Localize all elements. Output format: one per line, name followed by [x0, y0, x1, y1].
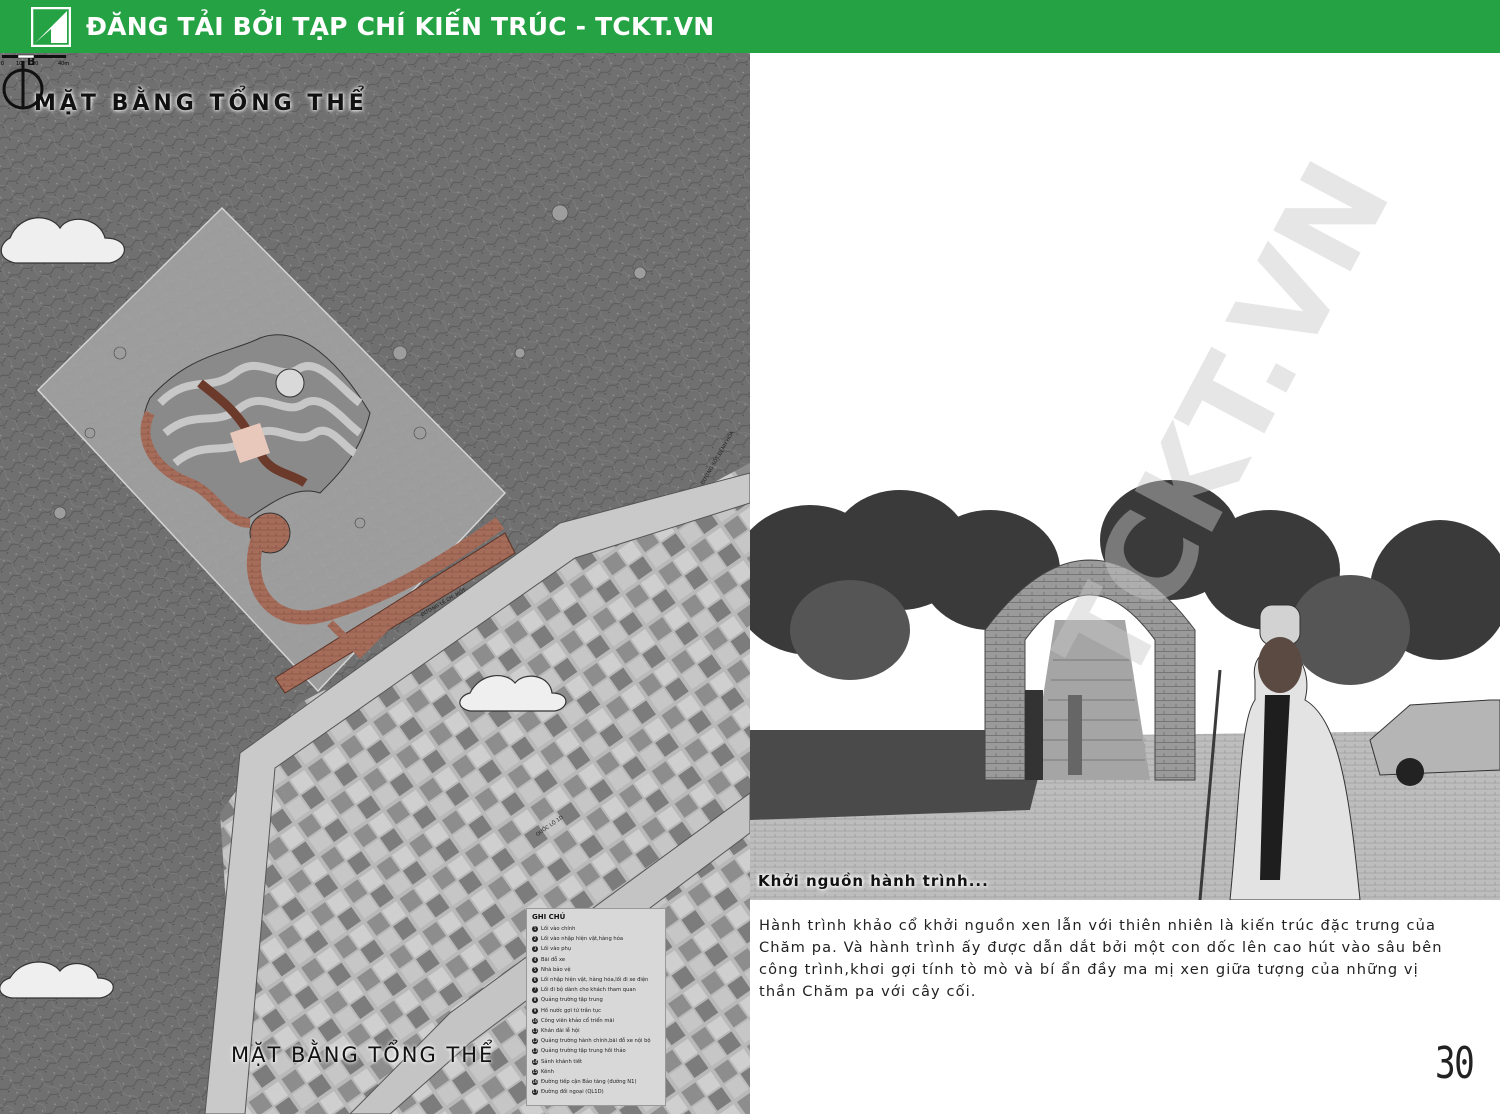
- legend-item: 8 Quảng trường tập trung: [532, 995, 660, 1005]
- legend-item: 17 Đường đối ngoại (QL1D): [532, 1087, 660, 1097]
- legend-label: Khán đài lễ hội: [541, 1027, 580, 1034]
- legend-number-badge: 7: [532, 987, 538, 994]
- legend-item: 4 Bãi đỗ xe: [532, 955, 660, 965]
- legend-number-badge: 15: [532, 1068, 538, 1075]
- legend-label: Quảng trường tập trung hồi thảo: [541, 1048, 626, 1055]
- legend-label: Đường đối ngoại (QL1D): [541, 1089, 604, 1096]
- legend-item: 5 Nhà bảo vệ: [532, 965, 660, 975]
- legend-list: 1 Lối vào chính 2 Lối vào nhập hiện vật,hàn…: [532, 924, 660, 1097]
- legend-item: 12 Quảng trường hành chính,bãi đỗ xe nội …: [532, 1036, 660, 1046]
- legend-label: Công viên khảo cổ triển mãi: [541, 1017, 615, 1024]
- plan-subheading: MẶT BẰNG TỔNG THỂ: [231, 1043, 495, 1067]
- legend-number-badge: 4: [532, 956, 538, 963]
- legend-label: Lối vào phụ: [541, 946, 572, 953]
- legend-label: Lối nhập hiện vật, hàng hóa,lối đi xe đi…: [541, 977, 649, 984]
- legend-number-badge: 3: [532, 946, 538, 953]
- legend-box: GHI CHÚ 1 Lối vào chính 2 Lối vào nhập hiện…: [526, 908, 666, 1106]
- legend-label: Bãi đỗ xe: [541, 956, 566, 963]
- legend-item: 13 Quảng trường tập trung hồi thảo: [532, 1046, 660, 1056]
- entrance-gate-rendering: [750, 480, 1500, 900]
- description-paragraph: Hành trình khảo cổ khởi nguồn xen lẫn vớ…: [759, 917, 1443, 1000]
- legend-number-badge: 12: [532, 1038, 538, 1045]
- legend-item: 3 Lối vào phụ: [532, 944, 660, 954]
- svg-text:20: 20: [32, 61, 38, 67]
- legend-number-badge: 8: [532, 997, 538, 1004]
- legend-label: Kênh: [541, 1068, 554, 1075]
- legend-number-badge: 14: [532, 1058, 538, 1065]
- legend-item: 10 Công viên khảo cổ triển mãi: [532, 1016, 660, 1026]
- svg-text:10: 10: [16, 61, 22, 67]
- legend-number-badge: 2: [532, 936, 538, 943]
- legend-item: 9 Hồ nước gợi tứ trần tục: [532, 1006, 660, 1016]
- legend-label: Đường tiếp cận Bảo tàng (đường N1): [541, 1078, 637, 1085]
- legend-label: Lối đi bộ dành cho khách tham quan: [541, 987, 636, 994]
- legend-number-badge: 11: [532, 1027, 538, 1034]
- legend-label: Lối vào chính: [541, 926, 576, 933]
- legend-label: Hồ nước gợi tứ trần tục: [541, 1007, 601, 1014]
- page-number: 30: [1435, 1038, 1475, 1089]
- legend-item: 16 Đường tiếp cận Bảo tàng (đường N1): [532, 1077, 660, 1087]
- legend-label: Nhà bảo vệ: [541, 966, 571, 973]
- legend-label: Lối vào nhập hiện vật,hàng hóa: [541, 936, 624, 943]
- photo-caption: Khởi nguồn hành trình...: [758, 872, 989, 890]
- banner-title: ĐĂNG TẢI BỞI TẠP CHÍ KIẾN TRÚC - TCKT.VN: [86, 12, 715, 41]
- legend-item: 1 Lối vào chính: [532, 924, 660, 934]
- legend-item: 7 Lối đi bộ dành cho khách tham quan: [532, 985, 660, 995]
- legend-label: Quảng trường tập trung: [541, 997, 603, 1004]
- rendering-image: [750, 480, 1500, 900]
- master-plan-drawing: MẶT BẰNG TỔNG THỂ ĐƯỜNG SỐT ĐỆNH HÒA ĐƯỜ…: [0, 53, 750, 1114]
- legend-number-badge: 10: [532, 1017, 538, 1024]
- svg-text:0: 0: [1, 61, 4, 67]
- legend-number-badge: 9: [532, 1007, 538, 1014]
- tckt-logo-icon: [31, 7, 71, 47]
- legend-item: 14 Sảnh khánh tiết: [532, 1056, 660, 1066]
- legend-number-badge: 17: [532, 1089, 538, 1096]
- legend-label: Quảng trường hành chính,bãi đỗ xe nội bộ: [541, 1038, 651, 1045]
- svg-text:40m: 40m: [58, 61, 69, 67]
- legend-number-badge: 6: [532, 977, 538, 984]
- legend-title: GHI CHÚ: [532, 913, 566, 921]
- legend-number-badge: 16: [532, 1078, 538, 1085]
- legend-number-badge: 1: [532, 926, 538, 933]
- legend-number-badge: 5: [532, 966, 538, 973]
- legend-item: 15 Kênh: [532, 1067, 660, 1077]
- legend-number-badge: 13: [532, 1048, 538, 1055]
- plan-heading: MẶT BẰNG TỔNG THỂ: [34, 91, 368, 116]
- top-banner: ĐĂNG TẢI BỞI TẠP CHÍ KIẾN TRÚC - TCKT.VN: [0, 0, 1500, 53]
- legend-item: 2 Lối vào nhập hiện vật,hàng hóa: [532, 934, 660, 944]
- legend-item: 11 Khán đài lễ hội: [532, 1026, 660, 1036]
- scale-bar: 0 10 20 40m: [1, 54, 69, 67]
- legend-item: 6 Lối nhập hiện vật, hàng hóa,lối đi xe đ…: [532, 975, 660, 985]
- legend-label: Sảnh khánh tiết: [541, 1058, 583, 1065]
